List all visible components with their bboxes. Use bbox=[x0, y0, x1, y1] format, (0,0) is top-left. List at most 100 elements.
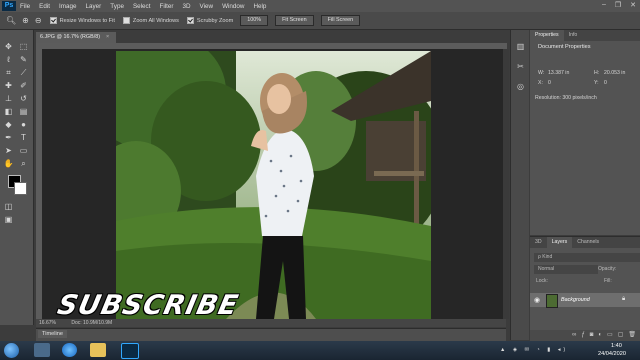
timeline-tab[interactable]: Timeline bbox=[38, 330, 67, 338]
fill-label: Fill: bbox=[604, 278, 612, 284]
blur-tool-icon[interactable]: ◆ bbox=[3, 120, 14, 130]
clock-date[interactable]: 24/04/2020 bbox=[598, 351, 626, 357]
stamp-tool-icon[interactable]: ⊥ bbox=[3, 94, 14, 104]
blend-mode-select[interactable]: Normal bbox=[534, 265, 598, 274]
layer-filter-kind[interactable]: ρ Kind bbox=[534, 253, 640, 262]
eyedropper-tool-icon[interactable]: ⟋ bbox=[18, 68, 29, 78]
x-value[interactable]: 0 bbox=[548, 80, 551, 86]
timeline-panel bbox=[36, 328, 506, 341]
width-value[interactable]: 13.387 in bbox=[548, 70, 569, 76]
system-tray[interactable]: ▲ ◈ ✉ ◔ ▮ ◂) bbox=[500, 347, 568, 353]
menu-select[interactable]: Select bbox=[133, 3, 151, 10]
marquee-tool-icon[interactable]: ⬚ bbox=[18, 42, 29, 52]
properties-tabs: Properties Info bbox=[530, 30, 640, 41]
layer-style-icon[interactable]: ƒ bbox=[581, 330, 584, 341]
delete-layer-icon[interactable]: 🗑︎ bbox=[628, 330, 636, 341]
menu-file[interactable]: File bbox=[20, 3, 30, 10]
properties-panel: Properties Info Document Properties W: 1… bbox=[530, 30, 640, 235]
document-image[interactable] bbox=[116, 51, 431, 319]
tab-info[interactable]: Info bbox=[564, 30, 583, 41]
zoom-out-icon[interactable]: ⊖ bbox=[35, 16, 42, 25]
move-tool-icon[interactable]: ✥ bbox=[3, 42, 14, 52]
brush-tool-icon[interactable]: ✐ bbox=[18, 81, 29, 91]
zoom-tool-icon[interactable]: ⌕ bbox=[18, 159, 29, 169]
zoom-100-button[interactable]: 100% bbox=[240, 15, 269, 26]
menu-window[interactable]: Window bbox=[222, 3, 244, 10]
visibility-eye-icon[interactable]: ◉ bbox=[534, 296, 540, 304]
screen-mode-icon[interactable]: ▣ bbox=[3, 215, 14, 225]
document-tab[interactable]: 6.JPG @ 16.7% (RGB/8) × bbox=[36, 32, 116, 43]
width-label: W: bbox=[538, 70, 545, 76]
tools-panel: ✥ ⬚ ℓ ✎ ⌗ ⟋ ✚ ✐ ⊥ ↺ ◧ ▤ ◆ ● ✒ T ➤ ▭ ✋ ⌕ … bbox=[0, 30, 34, 325]
menu-image[interactable]: Image bbox=[59, 3, 77, 10]
layer-mask-icon[interactable]: ◙ bbox=[590, 330, 594, 341]
crop-tool-icon[interactable]: ⌗ bbox=[3, 68, 14, 78]
eraser-tool-icon[interactable]: ◧ bbox=[3, 107, 14, 117]
zoom-in-icon[interactable]: ⊕ bbox=[22, 16, 29, 25]
lasso-tool-icon[interactable]: ℓ bbox=[3, 55, 14, 65]
history-brush-icon[interactable]: ↺ bbox=[18, 94, 29, 104]
healing-tool-icon[interactable]: ✚ bbox=[3, 81, 14, 91]
checkbox-icon bbox=[122, 17, 130, 24]
photoshop-logo: Ps bbox=[2, 1, 16, 11]
taskbar-explorer-icon[interactable] bbox=[90, 343, 106, 357]
layer-name[interactable]: Background bbox=[561, 297, 590, 303]
options-bar: 🔍︎ ⊕ ⊖ Resize Windows to Fit Zoom All Wi… bbox=[0, 12, 640, 30]
y-value[interactable]: 0 bbox=[604, 80, 607, 86]
vertical-scrollbar[interactable] bbox=[503, 49, 509, 319]
zoom-all-checkbox[interactable]: Zoom All Windows bbox=[122, 17, 179, 24]
new-group-icon[interactable]: ▭ bbox=[607, 330, 613, 341]
fit-screen-button[interactable]: Fit Screen bbox=[275, 15, 314, 26]
history-panel-icon[interactable]: ▥ bbox=[516, 42, 525, 51]
new-layer-icon[interactable]: ▢ bbox=[618, 330, 624, 341]
background-color-swatch[interactable] bbox=[14, 182, 27, 195]
resize-windows-label: Resize Windows to Fit bbox=[59, 17, 115, 24]
tab-layers[interactable]: Layers bbox=[546, 237, 573, 248]
dodge-tool-icon[interactable]: ● bbox=[18, 120, 29, 130]
scrubby-zoom-checkbox[interactable]: Scrubby Zoom bbox=[186, 17, 233, 24]
menu-bar: Ps File Edit Image Layer Type Select Fil… bbox=[0, 0, 640, 12]
path-select-tool-icon[interactable]: ➤ bbox=[3, 146, 14, 156]
checkbox-icon bbox=[49, 17, 57, 24]
restore-icon[interactable]: ❐ bbox=[615, 1, 621, 9]
clock-time[interactable]: 1:40 bbox=[611, 343, 622, 349]
menu-layer[interactable]: Layer bbox=[86, 3, 102, 10]
quick-select-tool-icon[interactable]: ✎ bbox=[18, 55, 29, 65]
shape-tool-icon[interactable]: ▭ bbox=[18, 146, 29, 156]
menu-edit[interactable]: Edit bbox=[39, 3, 50, 10]
hand-tool-icon[interactable]: ✋ bbox=[3, 159, 14, 169]
pen-tool-icon[interactable]: ✒ bbox=[3, 133, 14, 143]
zoom-tool-icon[interactable]: 🔍︎ bbox=[6, 16, 16, 25]
layer-thumbnail bbox=[546, 294, 558, 308]
y-label: Y: bbox=[594, 80, 599, 86]
tab-channels[interactable]: Channels bbox=[572, 237, 604, 248]
taskbar-media-icon[interactable] bbox=[34, 343, 50, 357]
tool-presets-icon[interactable]: ✂ bbox=[516, 62, 525, 71]
tab-properties[interactable]: Properties bbox=[530, 30, 564, 41]
x-label: X: bbox=[538, 80, 543, 86]
swatches-panel-icon[interactable]: ◎ bbox=[516, 82, 525, 91]
quick-mask-icon[interactable]: ◫ bbox=[3, 202, 14, 212]
doc-size-status[interactable]: Doc: 10.9M/10.9M bbox=[71, 320, 112, 326]
menu-filter[interactable]: Filter bbox=[159, 3, 173, 10]
zoom-level[interactable]: 16.67% bbox=[39, 320, 56, 326]
height-value[interactable]: 20.053 in bbox=[604, 70, 625, 76]
resize-windows-checkbox[interactable]: Resize Windows to Fit bbox=[49, 17, 115, 24]
gradient-tool-icon[interactable]: ▤ bbox=[18, 107, 29, 117]
minimize-icon[interactable]: – bbox=[602, 1, 606, 9]
adjustment-layer-icon[interactable]: ◐ bbox=[598, 330, 602, 341]
menu-3d[interactable]: 3D bbox=[182, 3, 190, 10]
menu-help[interactable]: Help bbox=[253, 3, 266, 10]
taskbar-ie-icon[interactable] bbox=[62, 343, 77, 357]
properties-title: Document Properties bbox=[538, 44, 591, 50]
link-layers-icon[interactable]: ∞ bbox=[572, 330, 576, 341]
menu-type[interactable]: Type bbox=[110, 3, 124, 10]
close-icon[interactable]: × bbox=[106, 34, 109, 40]
tab-3d[interactable]: 3D bbox=[530, 237, 547, 248]
start-button[interactable] bbox=[4, 343, 19, 358]
fill-screen-button[interactable]: Fill Screen bbox=[320, 15, 361, 26]
type-tool-icon[interactable]: T bbox=[18, 133, 29, 143]
close-icon[interactable]: ✕ bbox=[630, 1, 636, 9]
menu-view[interactable]: View bbox=[200, 3, 214, 10]
taskbar-photoshop-icon[interactable] bbox=[121, 343, 139, 359]
